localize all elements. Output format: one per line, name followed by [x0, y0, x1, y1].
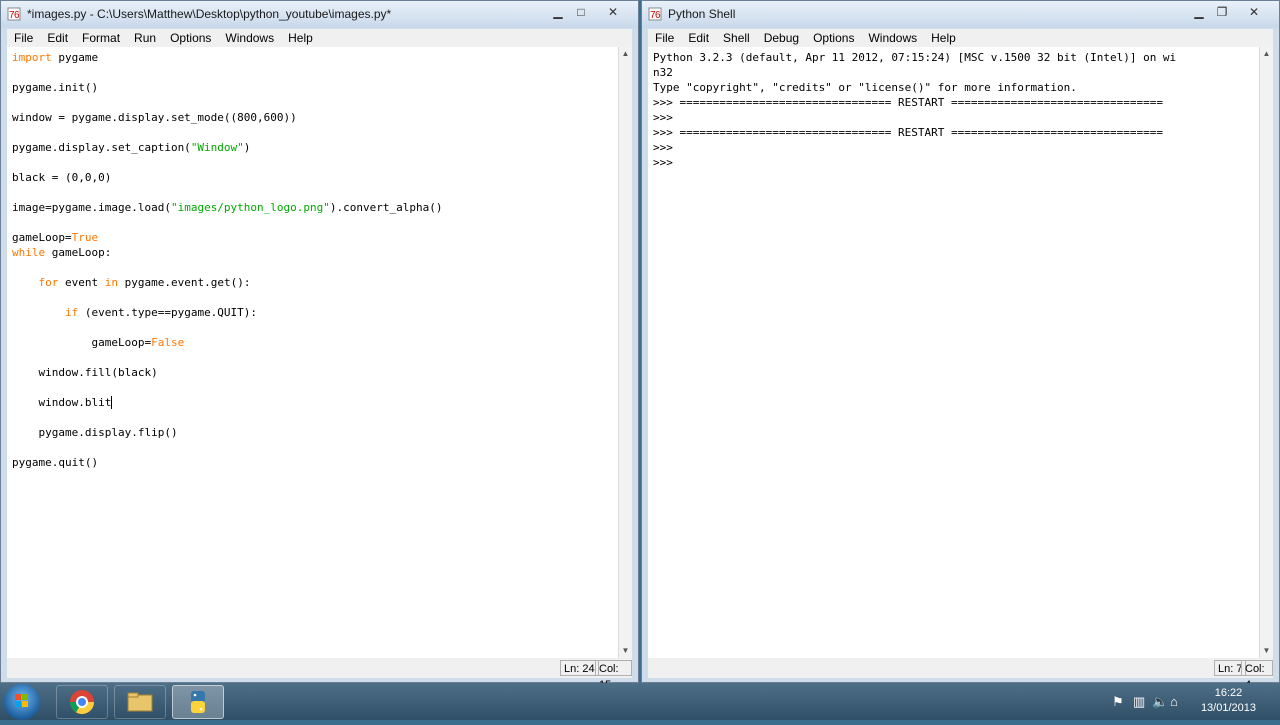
idle-app-icon: 7 6 [7, 7, 21, 21]
close-button[interactable]: ✕ [593, 3, 633, 21]
chrome-icon [70, 690, 94, 715]
menu-file[interactable]: File [7, 29, 40, 47]
shell-statusbar: Ln: 7 Col: 4 [648, 658, 1273, 691]
close-button[interactable]: ✕ [1234, 3, 1274, 21]
editor-title: *images.py - C:\Users\Matthew\Desktop\py… [27, 7, 392, 21]
shell-line: >>> [653, 111, 673, 124]
code-line: for event in pygame.event.get(): [38, 276, 251, 289]
shell-scrollbar[interactable]: ▲ ▼ [1259, 47, 1273, 658]
menu-shell[interactable]: Shell [716, 29, 757, 47]
network-icon[interactable]: ▥ [1133, 694, 1145, 710]
taskbar-explorer[interactable] [114, 685, 166, 719]
clock-time: 16:22 [1214, 687, 1243, 699]
shell-output[interactable]: Python 3.2.3 (default, Apr 11 2012, 07:1… [648, 47, 1259, 658]
menu-file[interactable]: File [648, 29, 681, 47]
line-number: Ln: 24 [560, 660, 599, 676]
code-line: gameLoop=False [12, 336, 185, 349]
taskbar-chrome[interactable] [56, 685, 108, 719]
volume-icon[interactable]: 🔈 [1152, 694, 1168, 710]
code-line: while gameLoop: [12, 246, 112, 259]
editor-window: 7 6 *images.py - C:\Users\Matthew\Deskto… [0, 0, 639, 691]
scroll-up-icon[interactable]: ▲ [619, 47, 632, 61]
editor-titlebar[interactable]: 7 6 *images.py - C:\Users\Matthew\Deskto… [1, 1, 638, 28]
code-line: pygame.display.set_caption("Window") [12, 141, 251, 154]
code-line: if (event.type==pygame.QUIT): [64, 306, 258, 319]
code-line: window.blit [12, 396, 113, 409]
taskbar: ⚑ ▥ 🔈 ⌂ 16:22 13/01/2013 [0, 683, 1280, 720]
shell-line: >>> [653, 156, 673, 169]
shell-line: Python 3.2.3 (default, Apr 11 2012, 07:1… [653, 51, 1177, 64]
shell-line: n32 [653, 66, 673, 79]
shell-line: >>> ================================ RES… [653, 126, 1163, 139]
code-line: pygame.init() [12, 81, 99, 94]
idle-app-icon: 7 6 [648, 7, 662, 21]
shell-line: >>> [653, 141, 673, 154]
menu-format[interactable]: Format [75, 29, 127, 47]
clock[interactable]: 16:22 13/01/2013 [1201, 686, 1256, 716]
folder-icon [127, 692, 153, 712]
scroll-up-icon[interactable]: ▲ [1260, 47, 1273, 61]
editor-menubar: File Edit Format Run Options Windows Hel… [7, 29, 632, 47]
shell-menubar: File Edit Shell Debug Options Windows He… [648, 29, 1273, 47]
clock-date: 13/01/2013 [1200, 702, 1256, 714]
windows-logo-icon [15, 694, 28, 707]
shell-line: >>> ================================ RES… [653, 96, 1163, 109]
svg-text:6: 6 [14, 10, 20, 21]
code-line: import pygame [12, 51, 99, 64]
minimize-button[interactable]: ▁ [1188, 3, 1210, 21]
code-line: image=pygame.image.load("images/python_l… [12, 201, 443, 214]
menu-help[interactable]: Help [281, 29, 320, 47]
menu-options[interactable]: Options [806, 29, 861, 47]
code-line: pygame.quit() [12, 456, 99, 469]
code-line: black = (0,0,0) [12, 171, 112, 184]
menu-run[interactable]: Run [127, 29, 163, 47]
code-line: window = pygame.display.set_mode((800,60… [12, 111, 297, 124]
scroll-down-icon[interactable]: ▼ [1260, 644, 1273, 658]
shell-window: 7 6 Python Shell ▁ ❐ ✕ File Edit Shell D… [641, 0, 1280, 691]
shell-line: Type "copyright", "credits" or "license(… [653, 81, 1077, 94]
minimize-button[interactable]: ▁ [547, 3, 569, 21]
svg-text:6: 6 [655, 10, 661, 21]
taskbar-python[interactable] [172, 685, 224, 719]
flag-icon[interactable]: ⚑ [1112, 694, 1124, 710]
code-line: window.fill(black) [12, 366, 158, 379]
menu-help[interactable]: Help [924, 29, 963, 47]
device-icon[interactable]: ⌂ [1170, 694, 1178, 709]
code-editor[interactable]: import pygame pygame.init() window = pyg… [7, 47, 618, 658]
scroll-down-icon[interactable]: ▼ [619, 644, 632, 658]
column-number: Col: 15 [595, 660, 632, 691]
editor-statusbar: Ln: 24 Col: 15 [7, 658, 632, 691]
python-icon [191, 691, 205, 713]
menu-edit[interactable]: Edit [681, 29, 716, 47]
start-button[interactable] [4, 684, 40, 720]
maximize-button[interactable]: ❐ [1211, 3, 1233, 21]
shell-title: Python Shell [668, 7, 736, 21]
menu-options[interactable]: Options [163, 29, 218, 47]
code-line: pygame.display.flip() [12, 426, 178, 439]
menu-edit[interactable]: Edit [40, 29, 75, 47]
text-cursor [111, 396, 113, 409]
column-number: Col: 4 [1241, 660, 1273, 691]
menu-windows[interactable]: Windows [861, 29, 924, 47]
editor-scrollbar[interactable]: ▲ ▼ [618, 47, 632, 658]
shell-titlebar[interactable]: 7 6 Python Shell ▁ ❐ ✕ [642, 1, 1279, 28]
menu-debug[interactable]: Debug [757, 29, 806, 47]
menu-windows[interactable]: Windows [218, 29, 281, 47]
maximize-button[interactable]: □ [570, 3, 592, 21]
code-line: gameLoop=True [12, 231, 99, 244]
